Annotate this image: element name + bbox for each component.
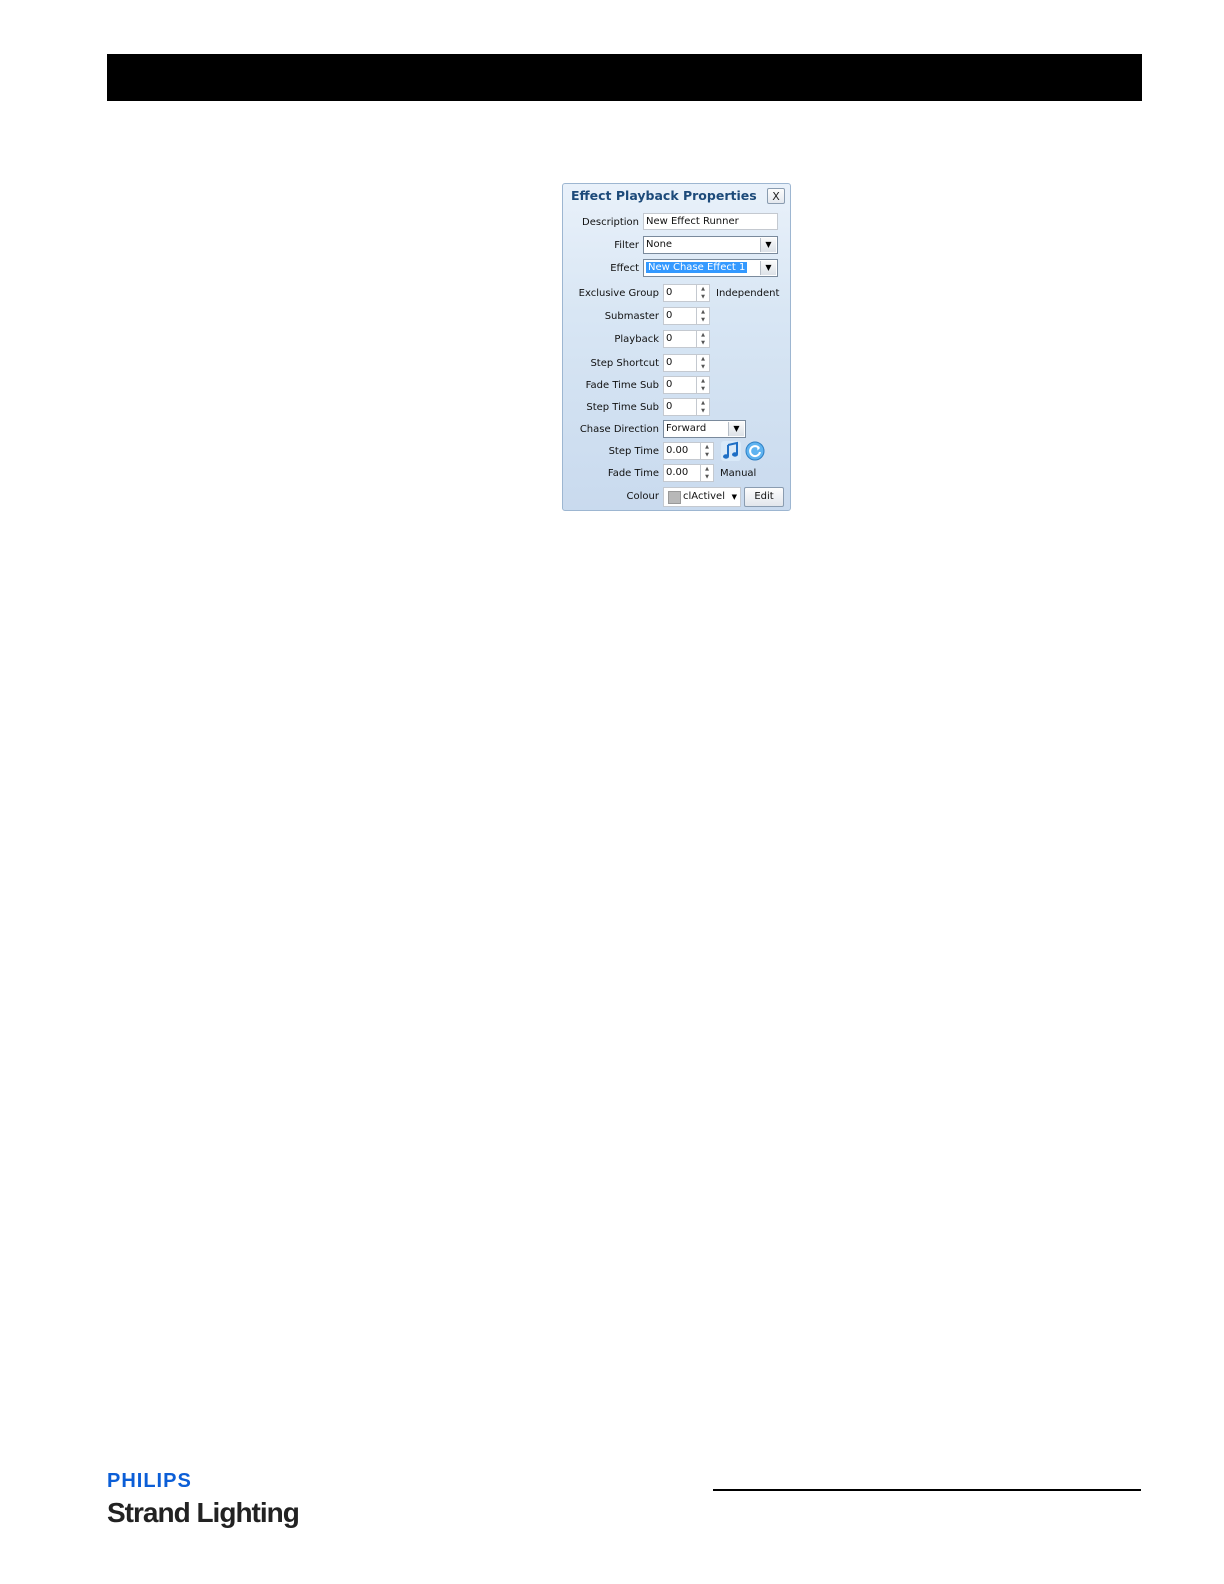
effect-playback-properties-dialog: Effect Playback Properties X Description…	[562, 183, 791, 511]
colour-label: Colour	[626, 491, 659, 502]
spin-down-icon[interactable]: ▼	[701, 473, 713, 481]
step-shortcut-input[interactable]: 0	[663, 354, 697, 372]
edit-button[interactable]: Edit	[744, 487, 784, 507]
spin-buttons[interactable]: ▲ ▼	[697, 398, 710, 416]
spin-up-icon[interactable]: ▲	[697, 377, 709, 385]
fade-time-sub-stepper[interactable]: 0 ▲ ▼	[663, 376, 710, 394]
dialog-title: Effect Playback Properties	[571, 188, 757, 203]
spin-up-icon[interactable]: ▲	[697, 331, 709, 339]
step-shortcut-stepper[interactable]: 0 ▲ ▼	[663, 354, 710, 372]
close-button[interactable]: X	[767, 188, 785, 204]
exclusive-group-note: Independent	[716, 288, 780, 299]
spin-buttons[interactable]: ▲ ▼	[701, 442, 714, 460]
filter-value: None	[646, 239, 673, 250]
spin-buttons[interactable]: ▲ ▼	[697, 354, 710, 372]
submaster-label: Submaster	[604, 311, 659, 322]
fade-time-note: Manual	[720, 468, 757, 479]
chevron-down-icon[interactable]: ▼	[760, 261, 776, 275]
chevron-down-icon[interactable]: ▼	[732, 488, 737, 506]
spin-up-icon[interactable]: ▲	[701, 443, 713, 451]
description-input[interactable]: New Effect Runner	[643, 213, 778, 230]
effect-label: Effect	[610, 263, 639, 274]
step-time-label: Step Time	[608, 446, 659, 457]
fade-time-input[interactable]: 0.00	[663, 464, 701, 482]
submaster-input[interactable]: 0	[663, 307, 697, 325]
step-time-stepper[interactable]: 0.00 ▲ ▼	[663, 442, 714, 460]
playback-stepper[interactable]: 0 ▲ ▼	[663, 330, 710, 348]
submaster-stepper[interactable]: 0 ▲ ▼	[663, 307, 710, 325]
spin-buttons[interactable]: ▲ ▼	[697, 307, 710, 325]
exclusive-group-input[interactable]: 0	[663, 284, 697, 302]
spin-down-icon[interactable]: ▼	[697, 363, 709, 371]
refresh-icon[interactable]	[745, 441, 765, 461]
exclusive-group-label: Exclusive Group	[578, 288, 659, 299]
chase-direction-select[interactable]: Forward ▼	[663, 420, 746, 438]
fade-time-sub-label: Fade Time Sub	[585, 380, 659, 391]
fade-time-sub-input[interactable]: 0	[663, 376, 697, 394]
fade-time-stepper[interactable]: 0.00 ▲ ▼	[663, 464, 714, 482]
header-bar	[107, 54, 1142, 101]
footer-divider	[713, 1489, 1141, 1491]
effect-value: New Chase Effect 1	[646, 262, 748, 273]
exclusive-group-stepper[interactable]: 0 ▲ ▼	[663, 284, 710, 302]
colour-select[interactable]: clActivel ▼	[663, 487, 741, 507]
strand-lighting-logo: Strand Lighting	[107, 1497, 300, 1528]
fade-time-label: Fade Time	[607, 468, 659, 479]
description-label: Description	[582, 217, 639, 228]
filter-select[interactable]: None ▼	[643, 236, 778, 254]
playback-input[interactable]: 0	[663, 330, 697, 348]
spin-up-icon[interactable]: ▲	[701, 465, 713, 473]
philips-logo: PHILIPS	[107, 1470, 192, 1492]
music-note-icon[interactable]	[721, 441, 741, 461]
chase-direction-label: Chase Direction	[579, 424, 659, 435]
step-time-sub-input[interactable]: 0	[663, 398, 697, 416]
chevron-down-icon[interactable]: ▼	[728, 422, 744, 436]
step-shortcut-label: Step Shortcut	[590, 358, 659, 369]
effect-select[interactable]: New Chase Effect 1 ▼	[643, 259, 778, 277]
spin-up-icon[interactable]: ▲	[697, 355, 709, 363]
spin-up-icon[interactable]: ▲	[697, 308, 709, 316]
chevron-down-icon[interactable]: ▼	[760, 238, 776, 252]
step-time-input[interactable]: 0.00	[663, 442, 701, 460]
spin-down-icon[interactable]: ▼	[697, 339, 709, 347]
spin-buttons[interactable]: ▲ ▼	[697, 330, 710, 348]
spin-up-icon[interactable]: ▲	[697, 285, 709, 293]
filter-label: Filter	[614, 240, 639, 251]
spin-down-icon[interactable]: ▼	[697, 385, 709, 393]
spin-up-icon[interactable]: ▲	[697, 399, 709, 407]
spin-down-icon[interactable]: ▼	[697, 407, 709, 415]
spin-buttons[interactable]: ▲ ▼	[701, 464, 714, 482]
spin-down-icon[interactable]: ▼	[697, 316, 709, 324]
spin-buttons[interactable]: ▲ ▼	[697, 376, 710, 394]
playback-label: Playback	[614, 334, 659, 345]
spin-down-icon[interactable]: ▼	[697, 293, 709, 301]
spin-down-icon[interactable]: ▼	[701, 451, 713, 459]
colour-swatch	[668, 491, 681, 504]
step-time-sub-label: Step Time Sub	[586, 402, 659, 413]
colour-value: clActivel	[683, 491, 725, 502]
spin-buttons[interactable]: ▲ ▼	[697, 284, 710, 302]
step-time-sub-stepper[interactable]: 0 ▲ ▼	[663, 398, 710, 416]
chase-direction-value: Forward	[666, 423, 707, 434]
